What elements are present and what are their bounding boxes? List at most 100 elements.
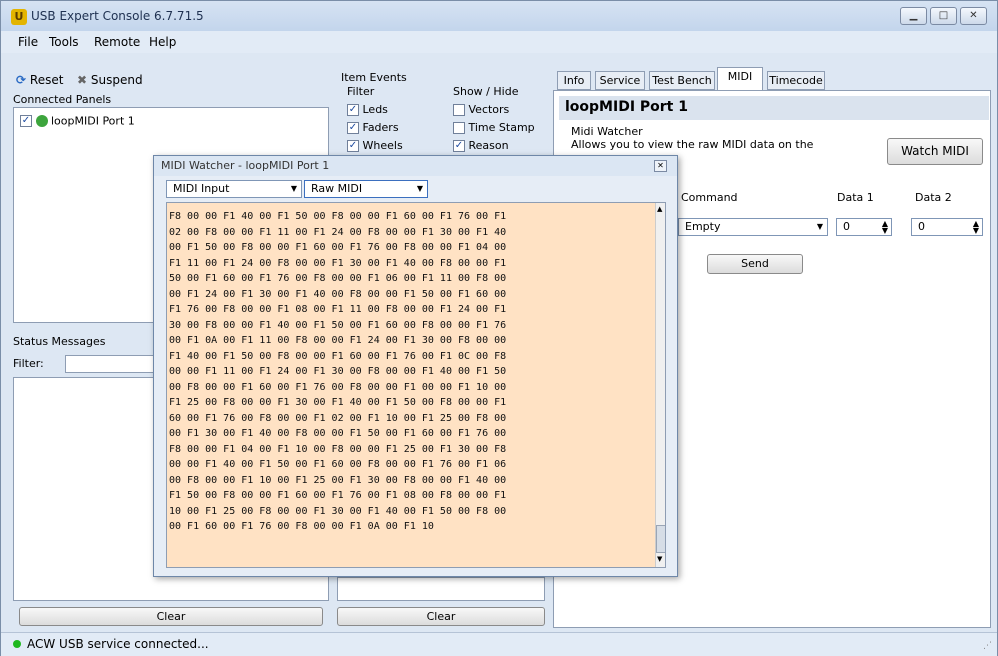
hex-line: F1 11 00 F1 24 00 F8 00 00 F1 30 00 F1 4… [169, 257, 507, 269]
hex-line: F1 40 00 F1 50 00 F8 00 00 F1 60 00 F1 7… [169, 350, 507, 362]
hex-line: 00 F1 0A 00 F1 11 00 F8 00 00 F1 24 00 F… [169, 335, 507, 346]
filter-label: Filter [347, 85, 375, 98]
time-stamp-label: Time Stamp [468, 121, 535, 134]
panel-icon [35, 115, 48, 127]
menu-tools[interactable]: Tools [49, 35, 79, 49]
data1-value: 0 [843, 220, 850, 233]
watch-midi-button[interactable]: Watch MIDI [887, 138, 983, 165]
status-clear-button[interactable]: Clear [19, 607, 323, 626]
status-filter-label: Filter: [13, 357, 44, 370]
hex-line: F1 50 00 F8 00 00 F1 60 00 F1 76 00 F1 0… [169, 490, 507, 501]
resize-grip-icon[interactable]: ⋰ [983, 641, 992, 651]
reset-label: Reset [29, 73, 64, 87]
time-stamp-checkbox[interactable] [453, 122, 465, 134]
status-messages-label: Status Messages [13, 335, 106, 348]
hex-line: F8 00 00 F1 04 00 F1 10 00 F8 00 00 F1 2… [169, 443, 507, 455]
minimize-button[interactable]: ▁ [900, 7, 927, 25]
midi-watcher-window: MIDI Watcher - loopMIDI Port 1 ✕ MIDI In… [153, 155, 678, 577]
data1-stepper[interactable]: 0 ▲ ▼ [836, 218, 892, 236]
item-events-list[interactable] [337, 577, 545, 601]
chevron-down-icon: ▼ [416, 184, 423, 193]
reason-label: Reason [468, 139, 509, 152]
filter-wheels[interactable]: ✓ Wheels [347, 139, 403, 153]
hex-line: F1 76 00 F8 00 00 F1 08 00 F1 11 00 F8 0… [169, 304, 507, 315]
command-select[interactable]: Empty ▼ [678, 218, 828, 236]
midi-mode-select[interactable]: Raw MIDI ▼ [304, 180, 428, 198]
data2-stepper[interactable]: 0 ▲ ▼ [911, 218, 983, 236]
hex-dump-text: F8 00 00 F1 40 00 F1 50 00 F8 00 00 F1 6… [169, 209, 649, 535]
reset-button[interactable]: ⟳ Reset [16, 73, 63, 87]
chevron-down-icon: ▼ [290, 184, 297, 193]
hex-line: 10 00 F1 25 00 F8 00 00 F1 30 00 F1 40 0… [169, 505, 507, 517]
tab-service[interactable]: Service [595, 71, 645, 90]
midi-watcher-title: MIDI Watcher - loopMIDI Port 1 [161, 159, 330, 172]
connected-panels-label: Connected Panels [13, 93, 112, 106]
app-icon: U [11, 9, 27, 25]
data2-value: 0 [918, 220, 925, 233]
hex-line: 50 00 F1 60 00 F1 76 00 F8 00 00 F1 06 0… [169, 273, 507, 284]
hex-line: 02 00 F8 00 00 F1 11 00 F1 24 00 F8 00 0… [169, 226, 507, 238]
midi-watcher-close-button[interactable]: ✕ [654, 160, 667, 172]
app-window: U USB Expert Console 6.7.71.5 ▁ □ ✕ File… [0, 0, 998, 656]
data1-label: Data 1 [837, 191, 874, 204]
tab-midi[interactable]: MIDI [717, 67, 763, 91]
midi-mode-value: Raw MIDI [311, 182, 363, 195]
filter-leds[interactable]: ✓ Leds [347, 103, 388, 116]
wheels-checkbox[interactable]: ✓ [347, 140, 359, 152]
suspend-label: Suspend [90, 73, 143, 87]
tab-info[interactable]: Info [557, 71, 591, 90]
suspend-icon: ✖ [77, 73, 88, 87]
tab-test-bench[interactable]: Test Bench [649, 71, 715, 90]
list-item[interactable]: ✓ loopMIDI Port 1 [20, 114, 135, 128]
show-vectors[interactable]: Vectors [453, 103, 509, 116]
scroll-up-icon[interactable]: ▲ [657, 205, 662, 213]
leds-checkbox[interactable]: ✓ [347, 104, 359, 116]
midi-watcher-title-bar[interactable]: MIDI Watcher - loopMIDI Port 1 [154, 156, 677, 176]
send-button[interactable]: Send [707, 254, 803, 274]
reason-checkbox[interactable]: ✓ [453, 140, 465, 152]
suspend-button[interactable]: ✖ Suspend [77, 73, 143, 87]
hex-line: 60 00 F1 76 00 F8 00 00 F1 02 00 F1 10 0… [169, 412, 507, 424]
command-label: Command [681, 191, 738, 204]
midi-input-value: MIDI Input [173, 182, 230, 195]
show-hide-label: Show / Hide [453, 85, 519, 98]
refresh-icon: ⟳ [16, 73, 27, 87]
menu-help[interactable]: Help [149, 35, 176, 49]
data2-label: Data 2 [915, 191, 952, 204]
close-button[interactable]: ✕ [960, 7, 987, 25]
hex-scrollbar[interactable]: ▲ ▼ [655, 203, 665, 567]
faders-label: Faders [362, 121, 399, 134]
hex-line: F1 25 00 F8 00 00 F1 30 00 F1 40 00 F1 5… [169, 397, 507, 408]
item-events-clear-button[interactable]: Clear [337, 607, 545, 626]
panel-title: loopMIDI Port 1 [565, 99, 688, 115]
tab-timecode[interactable]: Timecode [767, 71, 825, 90]
maximize-button[interactable]: □ [930, 7, 957, 25]
item-events-label: Item Events [341, 71, 407, 84]
stepper-icon: ▲ ▼ [972, 219, 979, 235]
hex-dump-area[interactable]: F8 00 00 F1 40 00 F1 50 00 F8 00 00 F1 6… [166, 202, 666, 568]
hex-line: 00 F1 30 00 F1 40 00 F8 00 00 F1 50 00 F… [169, 428, 507, 439]
vectors-checkbox[interactable] [453, 104, 465, 116]
midi-input-select[interactable]: MIDI Input ▼ [166, 180, 302, 198]
hex-line: 00 F8 00 00 F1 10 00 F1 25 00 F1 30 00 F… [169, 474, 507, 486]
filter-faders[interactable]: ✓ Faders [347, 121, 399, 134]
hex-line: 00 F8 00 00 F1 60 00 F1 76 00 F8 00 00 F… [169, 381, 507, 393]
menu-file[interactable]: File [18, 35, 38, 49]
faders-checkbox[interactable]: ✓ [347, 122, 359, 134]
hex-line: F8 00 00 F1 40 00 F1 50 00 F8 00 00 F1 6… [169, 211, 507, 222]
scroll-thumb[interactable] [656, 525, 665, 553]
hex-line: 00 F1 24 00 F1 30 00 F1 40 00 F8 00 00 F… [169, 288, 507, 300]
show-time-stamp[interactable]: Time Stamp [453, 121, 535, 134]
command-value: Empty [685, 220, 721, 233]
midi-watcher-label: Midi Watcher [571, 125, 643, 138]
panel-checkbox[interactable]: ✓ [20, 115, 32, 127]
wheels-label: Wheels [362, 139, 403, 152]
scroll-down-icon[interactable]: ▼ [657, 555, 662, 563]
panel-name: loopMIDI Port 1 [51, 114, 135, 128]
menu-remote[interactable]: Remote [94, 35, 140, 49]
hex-line: 00 F1 60 00 F1 76 00 F8 00 00 F1 0A 00 F… [169, 521, 434, 532]
hex-line: 00 F1 50 00 F8 00 00 F1 60 00 F1 76 00 F… [169, 242, 507, 253]
hex-line: 00 00 F1 11 00 F1 24 00 F1 30 00 F8 00 0… [169, 366, 507, 377]
show-reason[interactable]: ✓ Reason [453, 139, 509, 153]
stepper-icon: ▲ ▼ [881, 219, 888, 235]
